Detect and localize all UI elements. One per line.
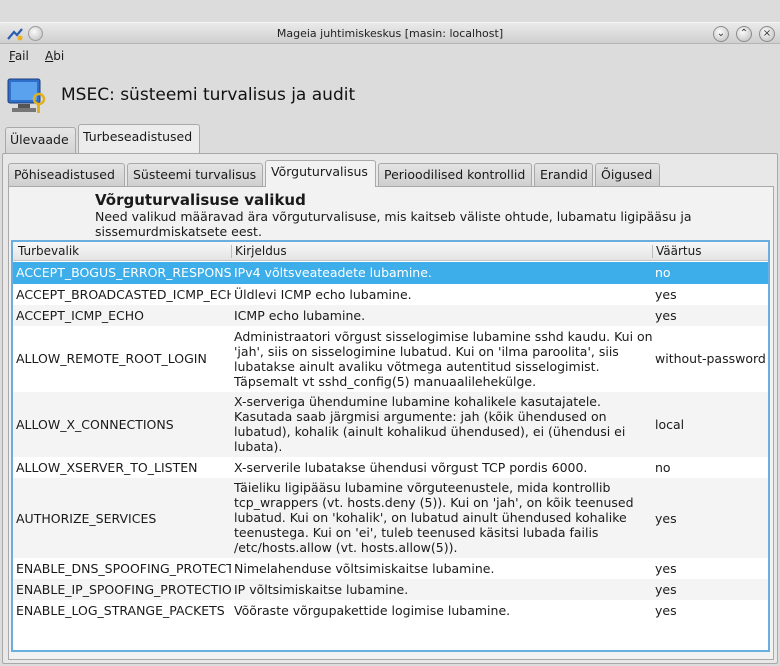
chevron-down-icon: ⌄ — [716, 28, 726, 39]
tab-periodic-checks[interactable]: Perioodilised kontrollid — [378, 163, 532, 186]
row-option: ALLOW_REMOTE_ROOT_LOGIN — [16, 351, 207, 366]
tab-permissions[interactable]: Õigused — [595, 163, 660, 186]
table-row[interactable]: ALLOW_XSERVER_TO_LISTEN X-serverile luba… — [13, 457, 768, 478]
menu-file-label: ail — [14, 49, 29, 63]
close-icon: × — [762, 28, 772, 39]
window-titlebar: Mageia juhtimiskeskus [masin: localhost]… — [0, 22, 780, 44]
tab-exceptions-label: Erandid — [540, 167, 588, 182]
maximize-button[interactable]: ⌃ — [736, 26, 752, 42]
row-value: yes — [655, 603, 677, 618]
tab-basic-settings-label: Põhiseadistused — [14, 167, 115, 182]
table-row[interactable]: ENABLE_DNS_SPOOFING_PROTECTION Nimelahen… — [13, 558, 768, 579]
row-value: local — [655, 417, 685, 432]
tab-network-security[interactable]: Võrguturvalisus — [265, 160, 376, 187]
row-option: ACCEPT_BROADCASTED_ICMP_ECHO — [16, 287, 231, 302]
minimize-button[interactable]: ⌄ — [713, 26, 729, 42]
menu-help-accel: A — [45, 49, 54, 63]
tab-system-security[interactable]: Süsteemi turvalisus — [127, 163, 263, 186]
row-description: Administraatori võrgust sisselogimise lu… — [234, 329, 653, 389]
table-header: Turbevalik Kirjeldus Väärtus — [13, 242, 768, 261]
row-description: Võõraste võrgupakettide logimise lubamin… — [234, 603, 511, 618]
column-separator[interactable] — [652, 245, 653, 258]
row-option: AUTHORIZE_SERVICES — [16, 511, 157, 526]
section-description: Need valikud määravad ära võrguturvalisu… — [95, 209, 692, 239]
page-title: MSEC: süsteemi turvalisus ja audit — [61, 85, 356, 105]
chevron-up-icon: ⌃ — [739, 28, 749, 39]
table-row[interactable]: ENABLE_IP_SPOOFING_PROTECTION IP võltsim… — [13, 579, 768, 600]
table-row[interactable]: ACCEPT_BROADCASTED_ICMP_ECHO Üldlevi ICM… — [13, 284, 768, 305]
column-header-description[interactable]: Kirjeldus — [235, 244, 287, 258]
tab-security-settings-label: Turbeseadistused — [83, 129, 193, 144]
row-value: without-password — [655, 351, 766, 366]
table-row[interactable]: ACCEPT_ICMP_ECHO ICMP echo lubamine. yes — [13, 305, 768, 326]
menu-bar: Fail Abi — [0, 45, 780, 67]
row-value: yes — [655, 287, 677, 302]
row-description: X-serverile lubatakse ühendusi võrgust T… — [234, 460, 588, 475]
row-option: ALLOW_X_CONNECTIONS — [16, 417, 174, 432]
menu-help-label: bi — [53, 49, 65, 63]
tab-overview-label: Ülevaade — [10, 132, 69, 147]
tab-overview[interactable]: Ülevaade — [5, 127, 76, 153]
menu-help[interactable]: Abi — [45, 49, 64, 63]
close-button[interactable]: × — [759, 26, 775, 42]
tab-network-security-label: Võrguturvalisus — [271, 164, 368, 179]
row-option: ENABLE_IP_SPOOFING_PROTECTION — [16, 582, 231, 597]
tab-permissions-label: Õigused — [601, 167, 653, 182]
row-description: Nimelahenduse võltsimiskaitse lubamine. — [234, 561, 495, 576]
row-value: no — [655, 460, 671, 475]
table-row[interactable]: AUTHORIZE_SERVICES Täieliku ligipääsu lu… — [13, 478, 768, 558]
row-description: IP võltsimiskaitse lubamine. — [234, 582, 409, 597]
row-option: ENABLE_LOG_STRANGE_PACKETS — [16, 603, 225, 618]
row-description: ICMP echo lubamine. — [234, 308, 366, 323]
tab-periodic-checks-label: Perioodilised kontrollid — [384, 167, 526, 182]
section-title: Võrguturvalisuse valikud — [95, 191, 306, 209]
row-value: yes — [655, 561, 677, 576]
row-option: ACCEPT_BOGUS_ERROR_RESPONSES — [16, 265, 231, 280]
row-value: yes — [655, 582, 677, 597]
column-separator[interactable] — [231, 245, 232, 258]
row-value: no — [655, 265, 671, 280]
table-row[interactable]: ENABLE_LOG_STRANGE_PACKETS Võõraste võrg… — [13, 600, 768, 621]
row-description: Üldlevi ICMP echo lubamine. — [234, 287, 412, 302]
row-value: yes — [655, 511, 677, 526]
tab-basic-settings[interactable]: Põhiseadistused — [8, 163, 125, 186]
row-option: ACCEPT_ICMP_ECHO — [16, 308, 144, 323]
row-description: Täieliku ligipääsu lubamine võrguteenust… — [234, 480, 634, 555]
table-row[interactable]: ALLOW_X_CONNECTIONS X-serveriga ühendumi… — [13, 392, 768, 457]
row-value: yes — [655, 308, 677, 323]
tab-exceptions[interactable]: Erandid — [534, 163, 593, 186]
window-title: Mageia juhtimiskeskus [masin: localhost] — [276, 27, 504, 40]
row-description: X-serveriga ühendumine lubamine kohalike… — [234, 394, 626, 454]
menu-file[interactable]: Fail — [9, 49, 29, 63]
column-header-value[interactable]: Väärtus — [656, 244, 701, 258]
table-row[interactable]: ACCEPT_BOGUS_ERROR_RESPONSES IPv4 võltsv… — [13, 262, 768, 284]
row-option: ENABLE_DNS_SPOOFING_PROTECTION — [16, 561, 231, 576]
table-row[interactable]: ALLOW_REMOTE_ROOT_LOGIN Administraatori … — [13, 326, 768, 392]
row-option: ALLOW_XSERVER_TO_LISTEN — [16, 460, 198, 475]
options-table[interactable]: Turbevalik Kirjeldus Väärtus ACCEPT_BOGU… — [11, 240, 770, 652]
tab-system-security-label: Süsteemi turvalisus — [133, 167, 257, 182]
row-description: IPv4 võltsveateadete lubamine. — [234, 265, 432, 280]
column-header-option[interactable]: Turbevalik — [18, 244, 79, 258]
msec-security-icon — [7, 78, 46, 113]
tab-security-settings[interactable]: Turbeseadistused — [78, 124, 200, 153]
